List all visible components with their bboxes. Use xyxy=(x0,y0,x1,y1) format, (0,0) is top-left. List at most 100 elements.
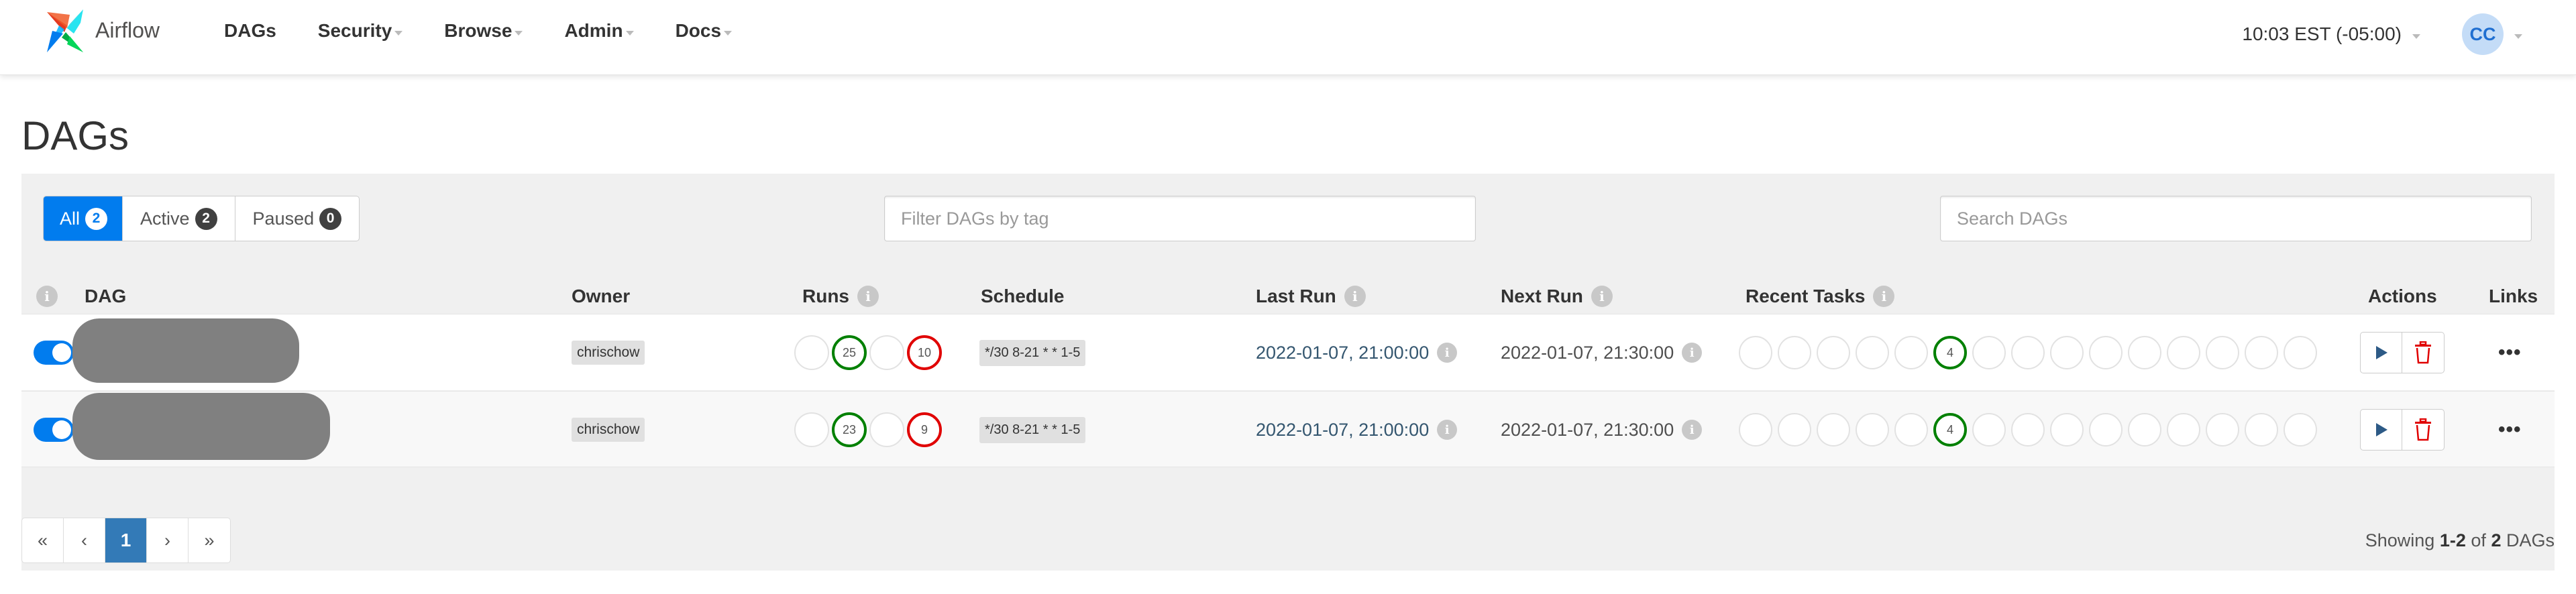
task-state-circle[interactable] xyxy=(2206,413,2239,447)
next-run-value: 2022-01-07, 21:30:00 xyxy=(1501,419,1674,440)
nav-docs[interactable]: Docs xyxy=(675,20,733,42)
filter-all-button[interactable]: All 2 xyxy=(44,196,123,241)
task-state-circle[interactable] xyxy=(2089,336,2123,369)
info-icon[interactable]: i xyxy=(1591,286,1613,307)
run-state-queued[interactable] xyxy=(794,335,829,370)
pause-toggle[interactable] xyxy=(34,418,74,442)
schedule-cell: */30 8-21 * * 1-5 xyxy=(979,392,1086,468)
task-state-circle[interactable] xyxy=(2128,413,2161,447)
trigger-dag-button[interactable] xyxy=(2361,410,2402,450)
owner-tag[interactable]: chrischow xyxy=(572,341,645,365)
dag-name-link[interactable]: [redacted] xyxy=(72,318,299,383)
timezone-dropdown[interactable]: 10:03 EST (-05:00) xyxy=(2242,23,2420,45)
task-state-circle[interactable] xyxy=(1817,336,1850,369)
task-state-circle[interactable] xyxy=(2245,413,2278,447)
nav-right: 10:03 EST (-05:00) CC xyxy=(2242,13,2522,55)
nav-browse-label: Browse xyxy=(444,20,513,41)
info-icon[interactable]: i xyxy=(1437,420,1458,440)
task-state-circle[interactable] xyxy=(2206,336,2239,369)
run-state-queued[interactable] xyxy=(794,412,829,447)
nav-security[interactable]: Security xyxy=(318,20,403,42)
task-state-circle[interactable] xyxy=(1817,413,1850,447)
caret-down-icon xyxy=(625,30,634,36)
task-state-circle[interactable] xyxy=(1739,336,1772,369)
last-run-link[interactable]: 2022-01-07, 21:00:00 xyxy=(1256,343,1429,363)
run-state-success[interactable]: 25 xyxy=(832,335,867,370)
info-icon[interactable]: i xyxy=(857,286,879,307)
task-state-success[interactable]: 4 xyxy=(1933,336,1967,369)
task-state-circle[interactable] xyxy=(2011,336,2045,369)
page-last-button[interactable]: » xyxy=(189,518,230,562)
trash-icon xyxy=(2415,418,2431,441)
task-state-circle[interactable] xyxy=(1894,336,1928,369)
task-state-success[interactable]: 4 xyxy=(1933,413,1967,447)
brand-link[interactable]: Airflow xyxy=(40,5,160,59)
caret-down-icon xyxy=(394,30,403,36)
run-state-running[interactable] xyxy=(869,412,904,447)
run-state-failed[interactable]: 10 xyxy=(907,335,942,370)
nav-admin-label: Admin xyxy=(564,20,623,41)
task-state-circle[interactable] xyxy=(1856,413,1889,447)
info-icon[interactable]: i xyxy=(1682,420,1703,440)
task-state-circle[interactable] xyxy=(1778,336,1811,369)
page-next-button[interactable]: › xyxy=(147,518,189,562)
task-state-circle[interactable] xyxy=(2050,413,2084,447)
links-cell: ••• xyxy=(2498,314,2522,391)
pause-toggle[interactable] xyxy=(34,341,74,365)
task-state-circle[interactable] xyxy=(2245,336,2278,369)
info-icon[interactable]: i xyxy=(1344,286,1366,307)
task-state-circle[interactable] xyxy=(1778,413,1811,447)
table-row: [redacted] chrischow 25 10 */30 8-21 * *… xyxy=(21,314,2555,390)
task-state-circle[interactable] xyxy=(2128,336,2161,369)
task-state-circle[interactable] xyxy=(2089,413,2123,447)
task-state-circle[interactable] xyxy=(2284,336,2317,369)
caret-down-icon[interactable] xyxy=(2514,34,2522,39)
task-state-circle[interactable] xyxy=(2011,413,2045,447)
task-state-circle[interactable] xyxy=(1856,336,1889,369)
filter-active-button[interactable]: Active 2 xyxy=(123,196,235,241)
task-state-circle[interactable] xyxy=(2050,336,2084,369)
th-schedule-label: Schedule xyxy=(981,286,1065,306)
links-cell: ••• xyxy=(2498,392,2522,468)
filter-paused-button[interactable]: Paused 0 xyxy=(235,196,360,241)
caret-down-icon xyxy=(515,30,523,36)
info-icon[interactable]: i xyxy=(1682,343,1703,363)
delete-dag-button[interactable] xyxy=(2402,333,2444,373)
nav-admin[interactable]: Admin xyxy=(564,20,634,42)
more-links-icon[interactable]: ••• xyxy=(2498,418,2522,441)
task-state-circle[interactable] xyxy=(1894,413,1928,447)
info-icon[interactable]: i xyxy=(1873,286,1895,307)
run-state-failed[interactable]: 9 xyxy=(907,412,942,447)
page-current-button[interactable]: 1 xyxy=(105,518,147,562)
last-run-link[interactable]: 2022-01-07, 21:00:00 xyxy=(1256,420,1429,440)
info-icon[interactable]: i xyxy=(36,286,58,307)
task-state-circle[interactable] xyxy=(1972,413,2006,447)
page-title: DAGs xyxy=(21,113,129,158)
page-first-button[interactable]: « xyxy=(22,518,64,562)
dag-name-link[interactable]: [redacted] xyxy=(72,393,330,460)
nav-docs-label: Docs xyxy=(675,20,722,41)
run-state-running[interactable] xyxy=(869,335,904,370)
dag-search-input[interactable] xyxy=(1940,196,2532,241)
caret-down-icon xyxy=(724,30,733,36)
tag-filter-input[interactable] xyxy=(884,196,1476,241)
run-state-success[interactable]: 23 xyxy=(832,412,867,447)
task-state-circle[interactable] xyxy=(2167,336,2200,369)
task-state-circle[interactable] xyxy=(1739,413,1772,447)
task-state-circle[interactable] xyxy=(2167,413,2200,447)
nav-browse[interactable]: Browse xyxy=(444,20,523,42)
th-links-label: Links xyxy=(2489,286,2538,306)
task-state-circle[interactable] xyxy=(2284,413,2317,447)
page-prev-button[interactable]: ‹ xyxy=(64,518,105,562)
filter-active-label: Active xyxy=(140,208,190,229)
trigger-dag-button[interactable] xyxy=(2361,333,2402,373)
user-avatar[interactable]: CC xyxy=(2462,13,2504,55)
task-state-circle[interactable] xyxy=(1972,336,2006,369)
nav-dags[interactable]: DAGs xyxy=(224,20,276,42)
info-icon[interactable]: i xyxy=(1437,343,1458,363)
delete-dag-button[interactable] xyxy=(2402,410,2444,450)
owner-tag[interactable]: chrischow xyxy=(572,418,645,442)
owner-cell: chrischow xyxy=(572,314,645,391)
caret-down-icon xyxy=(2412,34,2420,39)
more-links-icon[interactable]: ••• xyxy=(2498,341,2522,364)
